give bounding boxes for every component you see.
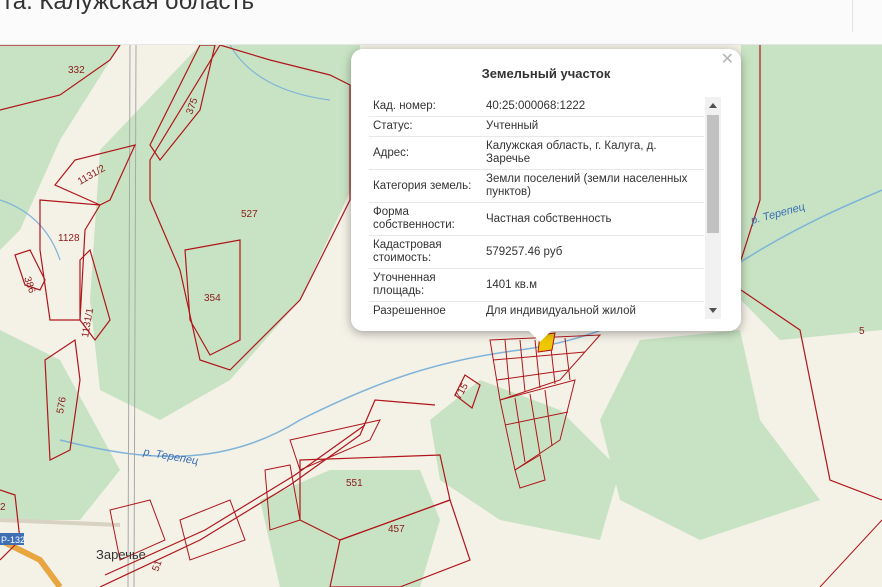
info-value: 579257.46 руб <box>482 235 704 269</box>
road-label: Р-132 <box>1 535 25 545</box>
info-value: Учтенный <box>482 116 704 137</box>
power-line <box>819 519 882 587</box>
parcel-label: 2 <box>0 502 6 513</box>
popup-scrollbar[interactable] <box>705 97 721 319</box>
info-value: Для индивидуальной жилой <box>482 301 704 319</box>
forest-area <box>600 330 820 540</box>
scroll-up-arrow-icon[interactable] <box>709 103 717 108</box>
popup-title: Земельный участок <box>481 66 611 81</box>
parcel-label: 1128 <box>58 233 80 244</box>
info-row: Разрешенное Для индивидуальной жилой <box>369 301 704 319</box>
header-divider <box>852 0 853 32</box>
info-value: Частная собственность <box>482 202 704 236</box>
parcel-label: 551 <box>346 478 363 489</box>
info-key: Форма собственности: <box>369 202 482 236</box>
parcel-info-table: Кад. номер: 40:25:000068:1222 Статус: Учтен… <box>369 97 704 319</box>
info-key: Статус: <box>369 116 482 137</box>
road <box>0 537 63 587</box>
parcel-label: 457 <box>388 524 405 535</box>
popup-table-container[interactable]: Кад. номер: 40:25:000068:1222 Статус: Учтен… <box>369 97 721 319</box>
parcel-label: 527 <box>241 209 258 220</box>
info-value: 40:25:000068:1222 <box>482 97 704 117</box>
info-value: Земли поселений (земли населенных пункто… <box>482 169 704 203</box>
info-key: Адрес: <box>369 136 482 170</box>
scroll-down-arrow-icon[interactable] <box>709 308 717 313</box>
page-title: та. Калужская область <box>2 0 254 15</box>
info-row: Адрес: Калужская область, г. Калуга, д. З… <box>369 136 704 170</box>
info-value: 1401 кв.м <box>482 268 704 302</box>
parcel-label: 354 <box>204 293 221 304</box>
info-row: Уточненная площадь: 1401 кв.м <box>369 268 704 302</box>
forest-area <box>741 45 882 340</box>
info-key: Кадастровая стоимость: <box>369 235 482 269</box>
info-row: Форма собственности: Частная собственност… <box>369 202 704 236</box>
info-row: Категория земель: Земли поселений (земли … <box>369 169 704 203</box>
river-label: р. Терепец <box>141 446 199 468</box>
info-key: Категория земель: <box>369 169 482 203</box>
parcel-label: 51 <box>150 558 164 573</box>
info-row: Статус: Учтенный <box>369 116 704 137</box>
popup-pointer <box>529 331 551 342</box>
info-key: Кад. номер: <box>369 97 482 117</box>
info-key: Разрешенное <box>369 301 482 319</box>
info-value: Калужская область, г. Калуга, д. Заречье <box>482 136 704 170</box>
info-row: Кадастровая стоимость: 579257.46 руб <box>369 235 704 269</box>
forest-area <box>90 45 360 420</box>
parcel-label: 332 <box>68 65 85 76</box>
page-header: та. Калужская область <box>0 0 882 45</box>
parcel-label: 5 <box>859 326 865 337</box>
info-key: Уточненная площадь: <box>369 268 482 302</box>
parcel-info-popup: ✕ Земельный участок Кад. номер: 40:25:000… <box>351 49 741 331</box>
info-row: Кад. номер: 40:25:000068:1222 <box>369 97 704 117</box>
place-label: Заречье <box>96 547 146 562</box>
parcel-label: 386 <box>21 275 37 295</box>
scrollbar-thumb[interactable] <box>707 115 719 233</box>
